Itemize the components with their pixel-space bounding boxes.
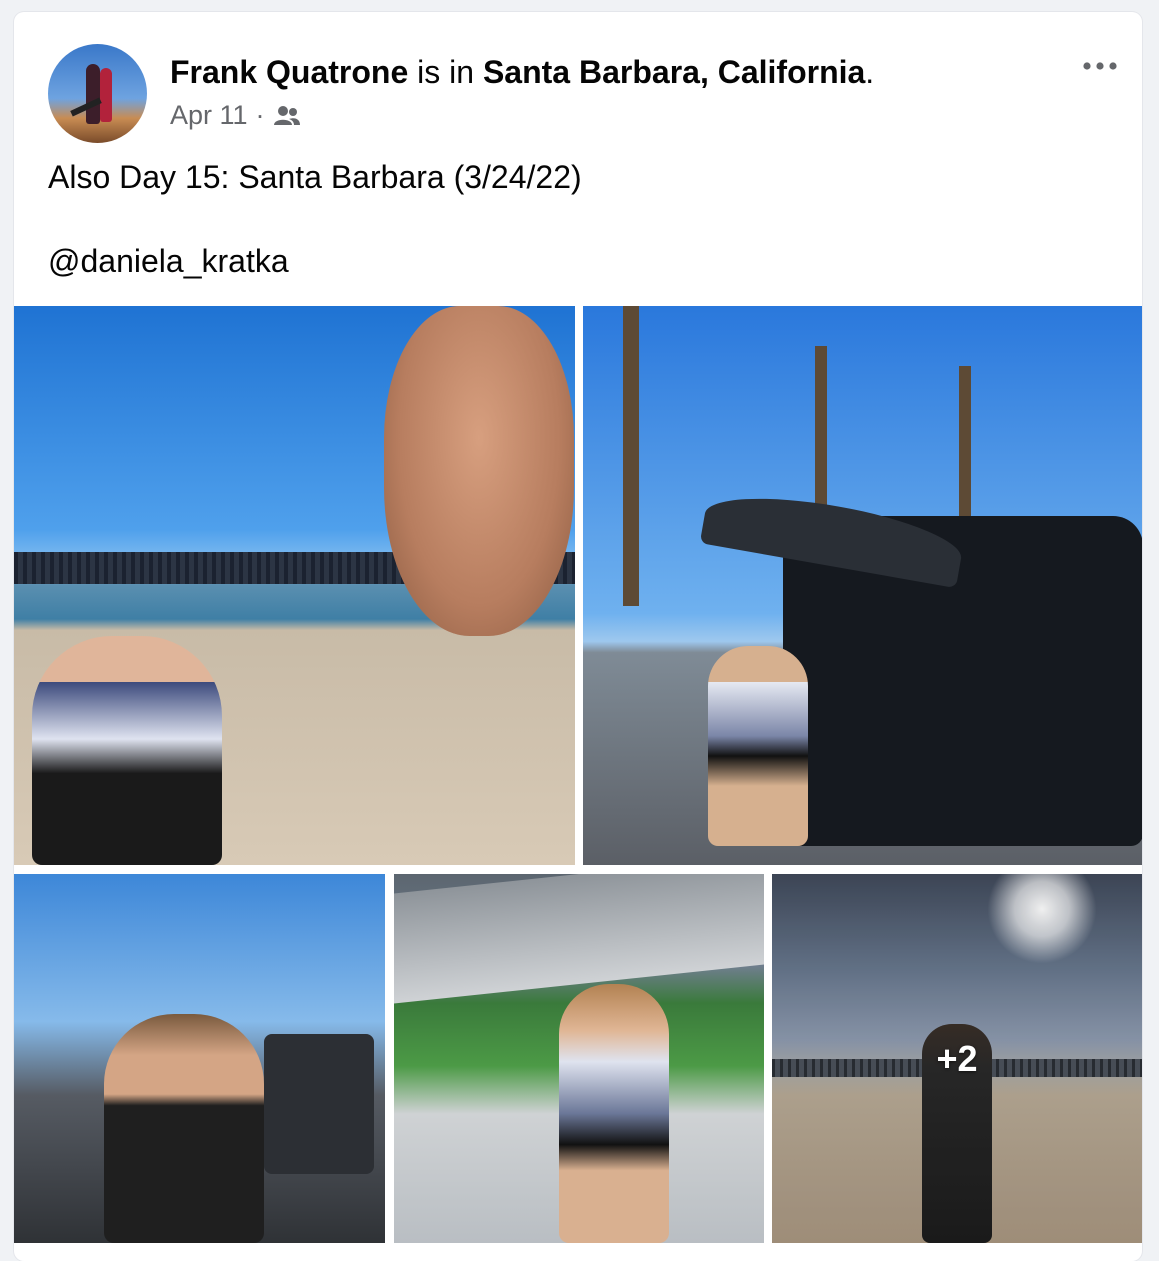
palm-shape: [623, 306, 639, 606]
post-date-link[interactable]: Apr 11: [170, 100, 248, 131]
person-shape: [32, 636, 222, 865]
post-text-line: Also Day 15: Santa Barbara (3/24/22): [48, 159, 582, 195]
author-name-link[interactable]: Frank Quatrone: [170, 54, 408, 90]
person-shape: [104, 1014, 264, 1243]
location-link[interactable]: Santa Barbara, California: [483, 54, 865, 90]
meta-separator: ·: [255, 100, 265, 130]
friends-icon[interactable]: [273, 105, 301, 127]
more-options-icon[interactable]: [1080, 52, 1120, 80]
hand-shape: [384, 306, 574, 636]
avatar-figure: [86, 64, 100, 124]
post-body: Also Day 15: Santa Barbara (3/24/22) @da…: [48, 156, 1108, 282]
person-shape: [708, 646, 808, 846]
connector-text: is in: [408, 54, 483, 90]
avatar-figure: [100, 68, 112, 122]
post-header-line: Frank Quatrone is in Santa Barbara, Cali…: [170, 52, 874, 92]
author-avatar[interactable]: [48, 44, 147, 143]
post-card: Frank Quatrone is in Santa Barbara, Cali…: [14, 12, 1142, 1261]
post-meta: Apr 11 ·: [170, 100, 301, 131]
car-door-shape: [264, 1034, 374, 1174]
more-photos-count[interactable]: +2: [772, 874, 1142, 1243]
photo-car-trunk[interactable]: [583, 306, 1142, 865]
trunk-lid-shape: [394, 874, 764, 1004]
mention-link[interactable]: @daniela_kratka: [48, 240, 1108, 282]
photo-pier-beach[interactable]: [14, 306, 575, 865]
photo-man-with-cup[interactable]: [14, 874, 385, 1243]
person-shape: [559, 984, 669, 1243]
end-punct: .: [865, 54, 875, 90]
photo-making-coffee[interactable]: [394, 874, 764, 1243]
photo-beach-silhouette[interactable]: +2: [772, 874, 1142, 1243]
